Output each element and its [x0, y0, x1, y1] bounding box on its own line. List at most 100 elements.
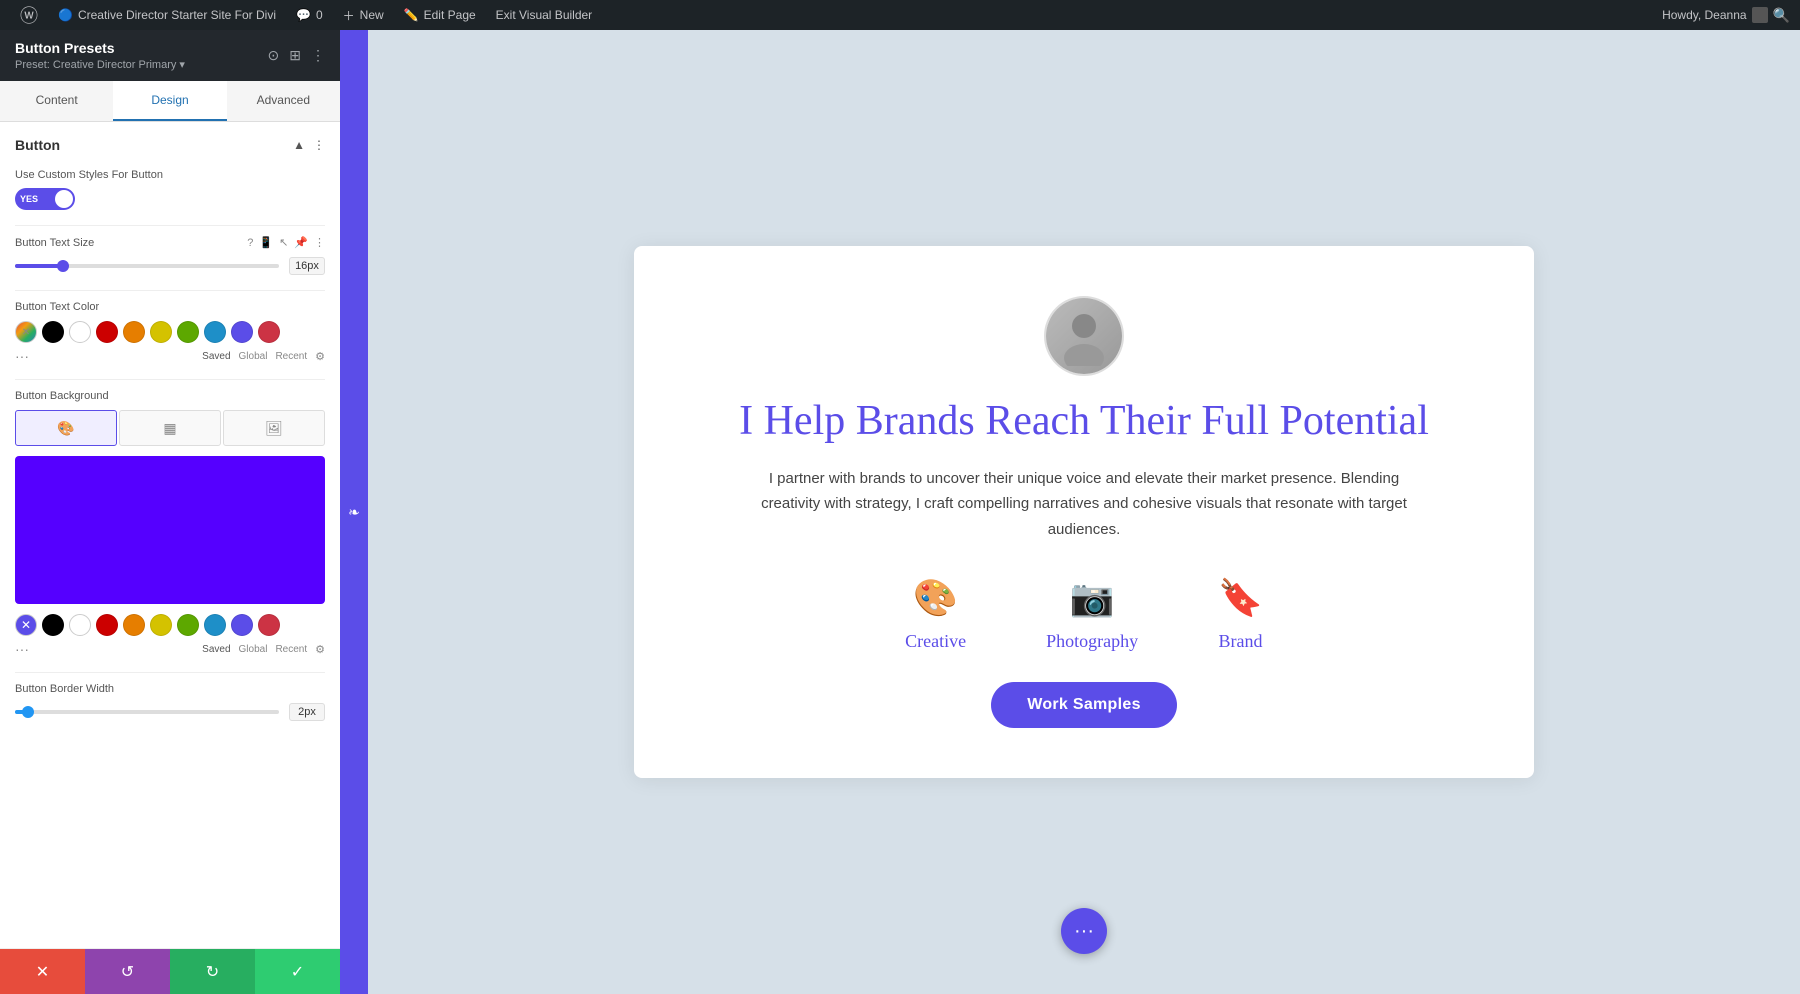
text-size-cursor-icon[interactable]: ↖ [279, 236, 288, 249]
save-button[interactable]: ✓ [255, 949, 340, 994]
color-swatch-purple[interactable] [231, 321, 253, 343]
brand-icon: 🔖 [1218, 577, 1263, 619]
color-swatch-white[interactable] [69, 321, 91, 343]
admin-bar-exit-builder[interactable]: Exit Visual Builder [486, 0, 603, 30]
admin-bar-comments[interactable]: 💬 0 [286, 0, 333, 30]
bg-swatch-orange[interactable] [123, 614, 145, 636]
color-meta-gear-icon[interactable]: ⚙ [315, 350, 325, 363]
bg-global-label[interactable]: Global [239, 644, 268, 655]
preview-avatar [1044, 296, 1124, 376]
panel-header-icons: ⊙ ⊞ ⋮ [268, 47, 325, 64]
text-size-row: Button Text Size ? 📱 ↖ 📌 ⋮ 16px [15, 236, 325, 275]
color-swatch-blue[interactable] [204, 321, 226, 343]
tab-content[interactable]: Content [0, 81, 113, 121]
text-size-mobile-icon[interactable]: 📱 [259, 236, 273, 249]
color-saved-label[interactable]: Saved [202, 351, 230, 362]
bg-swatch-yellow[interactable] [150, 614, 172, 636]
bg-type-icons: 🎨 ▦ 🖼 [15, 410, 325, 446]
bottom-toolbar: ✕ ↺ ↻ ✓ [0, 948, 340, 994]
bg-swatch-purple[interactable] [231, 614, 253, 636]
bg-color-picker-icon[interactable]: ✕ [15, 614, 37, 636]
color-swatch-green[interactable] [177, 321, 199, 343]
text-size-label: Button Text Size ? 📱 ↖ 📌 ⋮ [15, 236, 325, 249]
bg-color-meta: ··· Saved Global Recent ⚙ [15, 641, 325, 657]
tab-design[interactable]: Design [113, 81, 226, 121]
button-section-title: Button [15, 137, 60, 153]
reset-button[interactable]: ↺ [85, 949, 170, 994]
panel-more-icon[interactable]: ⋮ [311, 47, 325, 64]
bg-swatch-green[interactable] [177, 614, 199, 636]
color-swatch-black[interactable] [42, 321, 64, 343]
bg-row: Button Background 🎨 ▦ 🖼 ✕ [15, 390, 325, 657]
main-content: Button Presets Preset: Creative Director… [0, 30, 1800, 994]
bg-image-btn[interactable]: 🖼 [223, 410, 325, 446]
panel-layout-icon[interactable]: ⊞ [289, 47, 301, 64]
bg-color-meta-dots[interactable]: ··· [15, 641, 29, 657]
bg-swatch-blue[interactable] [204, 614, 226, 636]
tab-advanced[interactable]: Advanced [227, 81, 340, 121]
bg-label: Button Background [15, 390, 325, 402]
color-swatch-pink[interactable] [258, 321, 280, 343]
collapse-tab[interactable]: ❧ [340, 30, 368, 994]
toggle-knob [55, 190, 73, 208]
admin-bar-howdy: Howdy, Deanna [1662, 8, 1747, 22]
admin-bar-new[interactable]: ＋ New [333, 0, 394, 30]
preview-area: I Help Brands Reach Their Full Potential… [368, 30, 1800, 994]
section-collapse-icon[interactable]: ▲ [293, 138, 305, 152]
preview-avatar-image [1046, 298, 1122, 374]
bg-swatch-black[interactable] [42, 614, 64, 636]
admin-bar-left: ⓦ 🔵 Creative Director Starter Site For D… [10, 0, 1662, 30]
color-meta-dots[interactable]: ··· [15, 348, 29, 364]
left-panel: Button Presets Preset: Creative Director… [0, 30, 340, 994]
preview-cta-button[interactable]: Work Samples [991, 682, 1177, 728]
bg-gradient-btn[interactable]: ▦ [119, 410, 221, 446]
wp-logo-icon[interactable]: ⓦ [10, 0, 48, 30]
text-size-pin-icon[interactable]: 📌 [294, 236, 308, 249]
text-color-row: Button Text Color ✕ ··· Saved [15, 301, 325, 364]
color-swatch-red[interactable] [96, 321, 118, 343]
custom-styles-row: Use Custom Styles For Button YES [15, 168, 325, 210]
preview-icon-photography: 📷 Photography [1046, 577, 1138, 652]
color-swatch-orange[interactable] [123, 321, 145, 343]
redo-button[interactable]: ↻ [170, 949, 255, 994]
bg-swatch-pink[interactable] [258, 614, 280, 636]
admin-bar-right: Howdy, Deanna 🔍 [1662, 7, 1790, 24]
panel-tabs: Content Design Advanced [0, 81, 340, 122]
cancel-button[interactable]: ✕ [0, 949, 85, 994]
text-size-slider-track [15, 264, 279, 268]
bg-color-btn[interactable]: 🎨 [15, 410, 117, 446]
border-width-slider-track [15, 710, 279, 714]
border-width-value[interactable]: 2px [289, 703, 325, 721]
panel-settings-icon[interactable]: ⊙ [268, 47, 280, 64]
border-width-row: Button Border Width 2px [15, 683, 325, 721]
admin-bar-site-link[interactable]: 🔵 Creative Director Starter Site For Div… [48, 0, 286, 30]
section-more-icon[interactable]: ⋮ [313, 138, 325, 152]
color-recent-label[interactable]: Recent [275, 351, 307, 362]
fab-icon: ··· [1074, 920, 1094, 943]
bg-swatch-white[interactable] [69, 614, 91, 636]
preview-icon-creative: 🎨 Creative [905, 577, 966, 652]
bg-gear-icon[interactable]: ⚙ [315, 643, 325, 656]
text-size-help-icon[interactable]: ? [247, 237, 253, 249]
bg-recent-label[interactable]: Recent [275, 644, 307, 655]
bg-swatch-red[interactable] [96, 614, 118, 636]
admin-bar: ⓦ 🔵 Creative Director Starter Site For D… [0, 0, 1800, 30]
text-size-slider-row: 16px [15, 257, 325, 275]
bg-saved-label[interactable]: Saved [202, 644, 230, 655]
admin-bar-edit-page[interactable]: ✏️ Edit Page [394, 0, 486, 30]
fab-button[interactable]: ··· [1061, 908, 1107, 954]
bg-color-preview[interactable] [15, 456, 325, 604]
text-size-more-icon[interactable]: ⋮ [314, 236, 325, 249]
color-picker-open-icon[interactable]: ✕ [15, 321, 37, 343]
text-size-icons: ? 📱 ↖ 📌 ⋮ [247, 236, 325, 249]
creative-label: Creative [905, 631, 966, 652]
text-size-value[interactable]: 16px [289, 257, 325, 275]
color-global-label[interactable]: Global [239, 351, 268, 362]
admin-bar-search-icon[interactable]: 🔍 [1773, 7, 1790, 24]
brand-label: Brand [1218, 631, 1262, 652]
preview-subtext: I partner with brands to uncover their u… [744, 466, 1424, 543]
custom-styles-toggle[interactable]: YES [15, 188, 75, 210]
color-swatch-yellow[interactable] [150, 321, 172, 343]
panel-subtitle[interactable]: Preset: Creative Director Primary ▾ [15, 58, 185, 71]
text-color-swatches: ✕ [15, 321, 325, 343]
